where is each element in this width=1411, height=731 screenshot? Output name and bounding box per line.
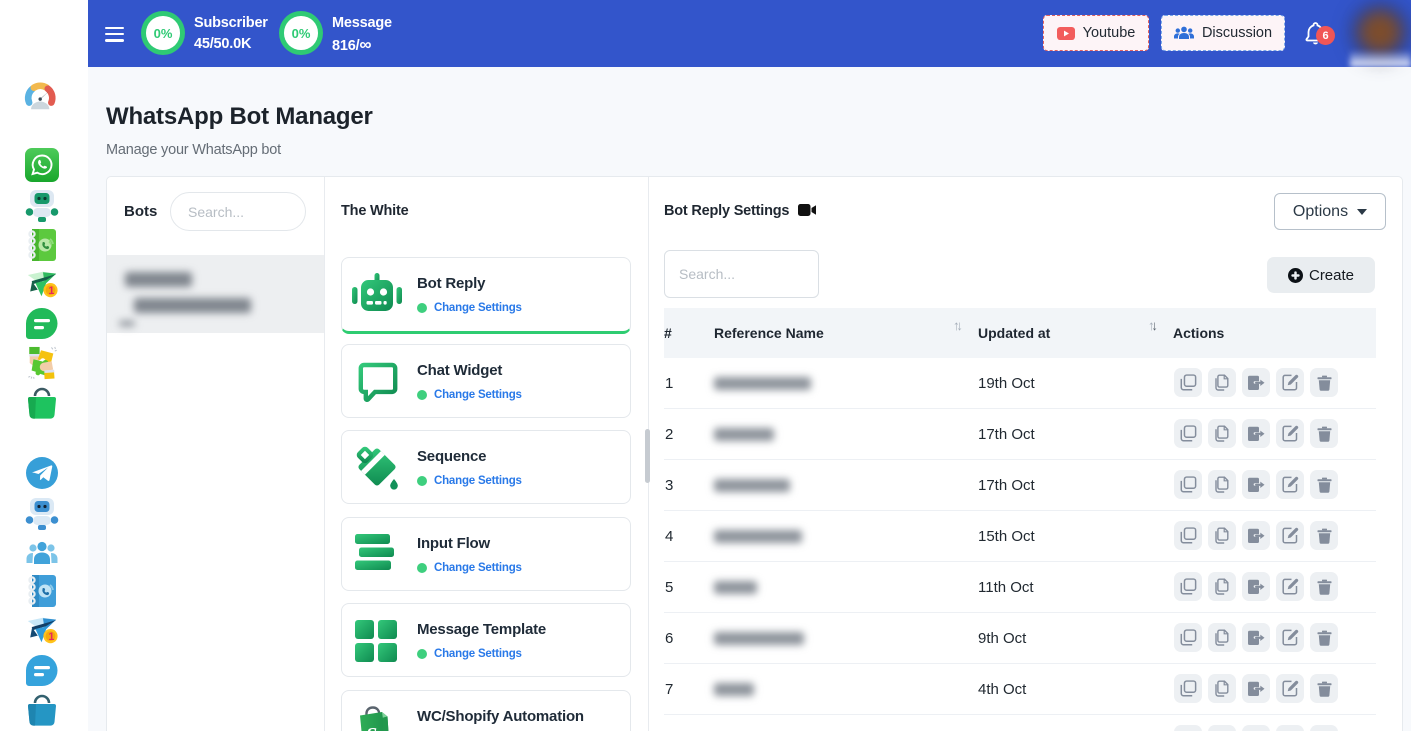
svg-text:1: 1 bbox=[48, 285, 54, 297]
svg-text:1: 1 bbox=[48, 631, 54, 643]
svg-text:S: S bbox=[366, 724, 377, 731]
